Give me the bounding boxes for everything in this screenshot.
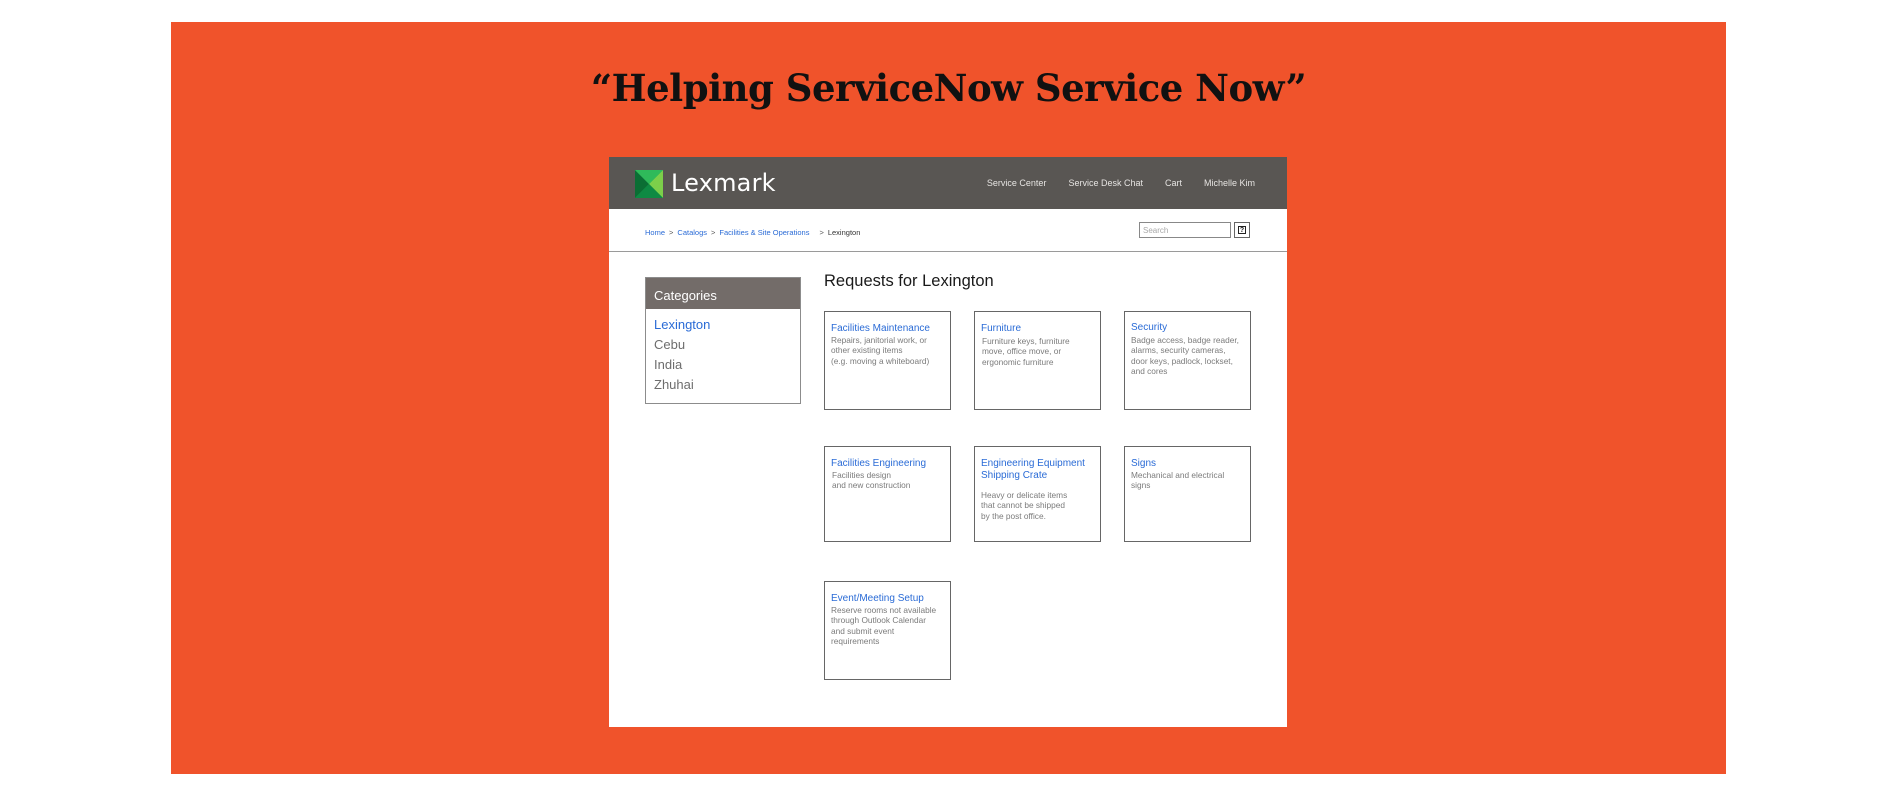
card-title: Event/Meeting Setup [831,593,924,604]
nav-user-profile[interactable]: Michelle Kim [1204,178,1255,188]
slide-title: “Helping ServiceNow Service Now” [590,66,1307,110]
breadcrumb-bar: Home > Catalogs > Facilities & Site Operatio… [609,209,1287,252]
category-india[interactable]: India [654,355,800,375]
breadcrumb-separator: > [819,228,824,237]
card-description: Facilities design and new construction [832,470,911,491]
breadcrumb-catalogs[interactable]: Catalogs [677,228,707,237]
breadcrumb-facilities[interactable]: Facilities & Site Operations [719,228,809,237]
page-title: Requests for Lexington [824,272,994,290]
request-card-engineering-equipment-shipping-crate[interactable]: Engineering Equipment Shipping Crate Heav… [974,446,1101,542]
lexmark-logo-icon [635,170,663,198]
nav-service-center[interactable]: Service Center [987,178,1047,188]
nav-cart[interactable]: Cart [1165,178,1182,188]
breadcrumb-separator: > [711,228,716,237]
categories-list: Lexington Cebu India Zhuhai [646,309,800,395]
breadcrumb-home[interactable]: Home [645,228,665,237]
card-title: Engineering Equipment Shipping Crate [981,458,1085,481]
request-card-signs[interactable]: Signs Mechanical and electrical signs [1124,446,1251,542]
card-description: Furniture keys, furniture move, office mo… [982,336,1070,367]
slide-background: “Helping ServiceNow Service Now” Lexmark… [171,22,1726,774]
category-zhuhai[interactable]: Zhuhai [654,375,800,395]
request-card-security[interactable]: Security Badge access, badge reader, alar… [1124,311,1251,410]
breadcrumb: Home > Catalogs > Facilities & Site Operatio… [645,228,860,237]
logo-text: Lexmark [671,169,776,197]
card-description: Reserve rooms not available through Outlo… [831,605,937,646]
request-card-facilities-engineering[interactable]: Facilities Engineering Facilities design… [824,446,951,542]
categories-panel: Categories Lexington Cebu India Zhuhai [645,277,801,404]
card-description: Mechanical and electrical signs [1131,470,1225,491]
servicenow-portal-mockup: Lexmark Service Center Service Desk Chat… [609,157,1287,727]
nav-service-desk-chat[interactable]: Service Desk Chat [1068,178,1143,188]
category-lexington[interactable]: Lexington [654,315,800,335]
card-title: Facilities Maintenance [831,323,930,334]
top-nav: Service Center Service Desk Chat Cart Mi… [987,178,1255,188]
help-icon: ? [1238,226,1246,234]
card-title: Signs [1131,458,1157,469]
top-navigation-bar: Lexmark Service Center Service Desk Chat… [609,157,1287,209]
search-input[interactable]: Search [1139,222,1231,238]
request-card-furniture[interactable]: Furniture Furniture keys, furniture move,… [974,311,1101,410]
card-title: Security [1131,322,1168,333]
category-cebu[interactable]: Cebu [654,335,800,355]
card-title: Facilities Engineering [831,458,927,469]
request-card-facilities-maintenance[interactable]: Facilities Maintenance Repairs, janitori… [824,311,951,410]
card-description: Badge access, badge reader, alarms, secur… [1131,335,1239,376]
breadcrumb-separator: > [669,228,674,237]
categories-header: Categories [646,278,800,309]
card-description: Repairs, janitorial work, or other existi… [831,335,930,366]
request-card-event-meeting-setup[interactable]: Event/Meeting Setup Reserve rooms not av… [824,581,951,680]
help-button[interactable]: ? [1234,222,1250,238]
card-title: Furniture [981,323,1022,334]
card-description: Heavy or delicate items that cannot be sh… [981,490,1068,521]
breadcrumb-current: Lexington [827,228,861,237]
